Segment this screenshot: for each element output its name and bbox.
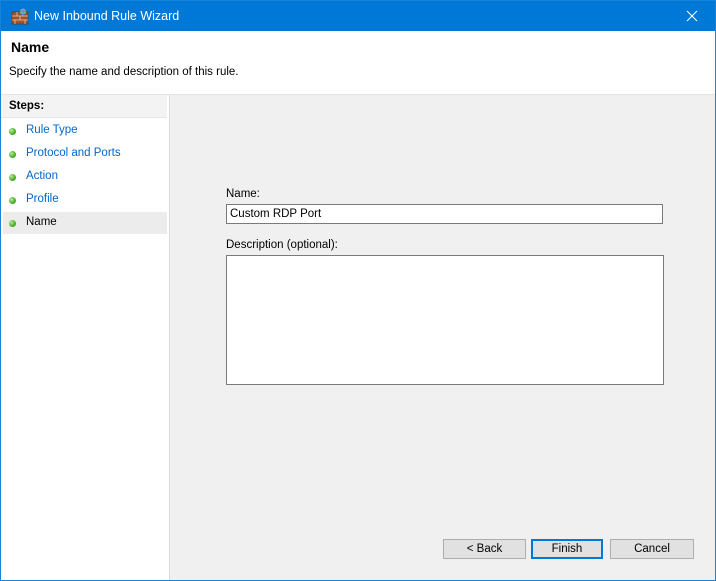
step-profile[interactable]: Profile (3, 189, 167, 211)
back-button[interactable]: < Back (443, 539, 526, 559)
steps-heading-label: Steps: (9, 100, 45, 112)
step-status-icon (9, 197, 16, 204)
step-label: Protocol and Ports (26, 147, 121, 159)
step-status-icon (9, 174, 16, 181)
step-protocol-and-ports[interactable]: Protocol and Ports (3, 143, 167, 165)
wizard-window: New Inbound Rule Wizard Name Specify the… (0, 0, 716, 581)
wizard-header: Name Specify the name and description of… (1, 31, 715, 95)
content-panel: Name: Description (optional): < Back Fin… (170, 95, 715, 580)
title-bar[interactable]: New Inbound Rule Wizard (1, 1, 715, 31)
page-title: Name (11, 39, 50, 55)
step-label: Profile (26, 193, 59, 205)
step-label: Name (26, 216, 57, 228)
steps-panel: Steps: Rule Type Protocol and Ports Acti… (1, 95, 170, 580)
description-input[interactable] (226, 255, 664, 385)
close-button[interactable] (669, 1, 715, 31)
step-label: Rule Type (26, 124, 78, 136)
close-icon (686, 10, 698, 22)
cancel-button[interactable]: Cancel (610, 539, 694, 559)
steps-heading: Steps: (1, 95, 167, 118)
firewall-icon (11, 7, 29, 25)
step-rule-type[interactable]: Rule Type (3, 120, 167, 142)
step-label: Action (26, 170, 58, 182)
step-status-icon (9, 220, 16, 227)
step-status-icon (9, 151, 16, 158)
step-name: Name (3, 212, 167, 234)
step-status-icon (9, 128, 16, 135)
step-action[interactable]: Action (3, 166, 167, 188)
description-label: Description (optional): (226, 239, 338, 251)
window-title: New Inbound Rule Wizard (34, 9, 180, 23)
name-label: Name: (226, 188, 260, 200)
name-input[interactable] (226, 204, 663, 224)
finish-button[interactable]: Finish (531, 539, 603, 559)
page-subtitle: Specify the name and description of this… (9, 66, 239, 78)
